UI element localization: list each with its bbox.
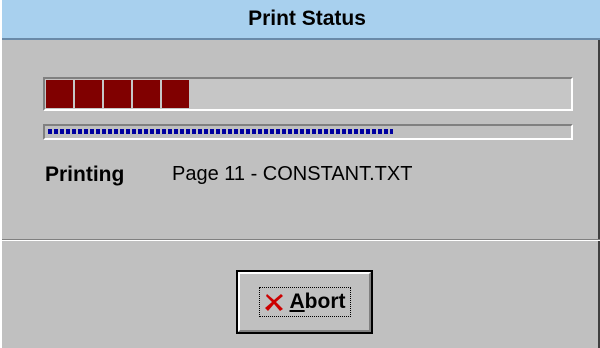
secondary-progress-fill	[48, 129, 393, 134]
secondary-progress-bar	[43, 124, 573, 140]
progress-block	[162, 80, 189, 108]
progress-block	[104, 80, 131, 108]
print-status-dialog: Print Status Printing Page 11 - CONSTANT…	[0, 0, 600, 348]
separator	[2, 239, 600, 241]
status-value: Page 11 - CONSTANT.TXT	[172, 163, 413, 185]
progress-blocks	[46, 80, 189, 108]
status-label: Printing	[45, 163, 125, 186]
dialog-title: Print Status	[248, 7, 366, 30]
progress-block	[46, 80, 73, 108]
print-progress-bar	[43, 77, 573, 111]
abort-button[interactable]: Abort	[236, 270, 373, 334]
red-x-icon	[264, 294, 283, 311]
abort-label: Abort	[289, 290, 346, 313]
progress-block	[133, 80, 160, 108]
progress-block	[75, 80, 102, 108]
title-bar: Print Status	[2, 0, 600, 40]
